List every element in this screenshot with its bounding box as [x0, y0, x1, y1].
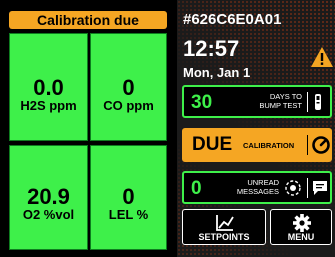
sensor-h2s[interactable]: 0.0 H2S ppm: [9, 33, 88, 141]
clock-time: 12:57: [183, 36, 240, 61]
menu-label: MENU: [287, 232, 315, 242]
messages-label: UNREAD MESSAGES: [219, 178, 279, 196]
sensor-value: 0: [122, 75, 135, 100]
sensor-co[interactable]: 0 CO ppm: [90, 33, 167, 141]
unread-count: 0: [191, 178, 202, 199]
sensor-panel: Calibration due 0.0 H2S ppm 0 CO ppm 20.…: [0, 0, 177, 257]
bump-label-line1: DAYS TO: [269, 92, 302, 101]
bump-test-label: DAYS TO BUMP TEST: [232, 92, 302, 110]
setpoints-label: SETPOINTS: [198, 232, 250, 242]
sensor-value: 0: [122, 184, 135, 209]
beacon-icon: [285, 180, 301, 196]
calibration-status: DUE: [192, 134, 233, 155]
sensor-o2[interactable]: 20.9 O2 %vol: [9, 145, 88, 250]
device-id: #626C6E0A01: [183, 11, 282, 28]
divider: [307, 135, 308, 155]
divider: [307, 178, 308, 198]
bump-test-tile[interactable]: 30 DAYS TO BUMP TEST: [182, 85, 332, 118]
sensor-unit: O2 %vol: [22, 207, 75, 222]
gauge-icon: [312, 136, 330, 154]
bump-days-value: 30: [191, 92, 213, 113]
message-icon: [313, 181, 327, 195]
sensor-unit: CO ppm: [103, 98, 154, 113]
setpoints-chart-icon: [216, 215, 234, 231]
divider: [307, 92, 308, 112]
sensor-value: 20.9: [27, 184, 70, 209]
bump-test-icon: [315, 94, 321, 110]
warning-icon[interactable]: [310, 46, 334, 68]
sensor-value: 0.0: [33, 75, 64, 100]
status-panel: #626C6E0A01 12:57 Mon, Jan 1 30 DAYS TO …: [177, 0, 335, 257]
clock-date: Mon, Jan 1: [183, 65, 251, 80]
calibration-tile[interactable]: DUE CALIBRATION: [182, 128, 332, 162]
bump-label-line2: BUMP TEST: [259, 101, 302, 110]
calibration-due-banner[interactable]: Calibration due: [9, 11, 167, 29]
gear-icon: [293, 214, 311, 232]
messages-label-line2: MESSAGES: [236, 187, 279, 196]
calibration-label: CALIBRATION: [243, 141, 295, 150]
menu-button[interactable]: MENU: [270, 209, 332, 245]
setpoints-button[interactable]: SETPOINTS: [182, 209, 266, 245]
messages-tile[interactable]: 0 UNREAD MESSAGES: [182, 171, 332, 204]
sensor-lel[interactable]: 0 LEL %: [90, 145, 167, 250]
sensor-unit: LEL %: [108, 207, 149, 222]
messages-label-line1: UNREAD: [247, 178, 279, 187]
sensor-unit: H2S ppm: [20, 98, 77, 113]
